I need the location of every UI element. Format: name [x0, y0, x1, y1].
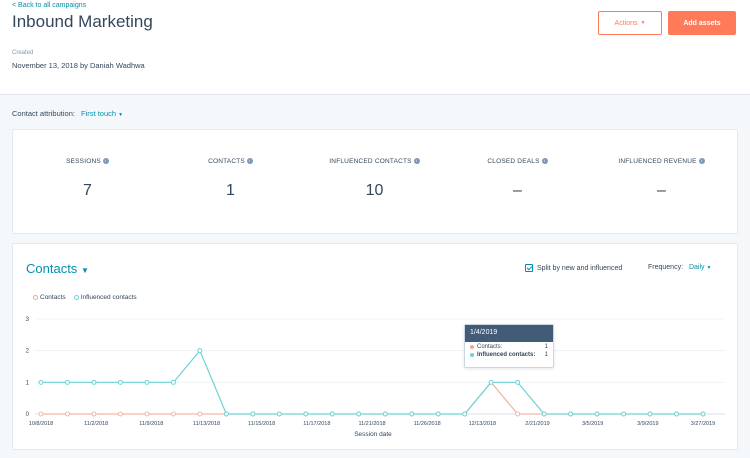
stat-value: 10: [365, 182, 384, 199]
info-icon[interactable]: i: [413, 158, 420, 165]
point-contacts: [170, 411, 176, 417]
tooltip-value: 1: [544, 344, 548, 350]
point-influenced: [621, 411, 627, 417]
point-influenced: [91, 379, 97, 385]
tooltip-date: 1/4/2019: [465, 325, 553, 342]
chart-tooltip: 1/4/2019 Contacts: 1 Influenced contacts…: [464, 324, 554, 368]
stats-card: SESSIONS i 7 CONTACTS i 1 INFLUENCED CONTA…: [12, 129, 738, 234]
point-contacts: [91, 411, 97, 417]
attribution-dropdown[interactable]: First touch ▼: [81, 109, 123, 118]
x-tick-label: 11/2/2018: [84, 421, 108, 427]
point-influenced: [329, 411, 335, 417]
created-value: November 13, 2018 by Daniah Wadhwa: [12, 61, 145, 70]
page-title: Inbound Marketing: [12, 12, 153, 31]
x-tick-label: 2/21/2019: [525, 421, 549, 427]
point-influenced: [250, 411, 256, 417]
x-tick-label: 3/5/2019: [582, 421, 603, 427]
stat-value: –: [513, 182, 522, 199]
y-tick-label: 0: [26, 412, 30, 418]
attribution-value: First touch: [81, 109, 117, 118]
stat-value: –: [657, 182, 666, 199]
x-tick-label: 11/13/2018: [193, 421, 220, 427]
point-influenced: [38, 379, 44, 385]
stat-value: 1: [226, 182, 235, 199]
stat-label: INFLUENCED CONTACTS: [329, 158, 412, 165]
tooltip-label: Contacts:: [477, 344, 503, 350]
point-influenced: [356, 411, 362, 417]
point-influenced: [541, 411, 547, 417]
point-influenced: [276, 411, 282, 417]
x-tick-label: 11/21/2018: [358, 421, 385, 427]
tooltip-row-influenced: Influenced contacts: 1: [465, 350, 553, 358]
point-influenced: [647, 411, 653, 417]
point-influenced: [170, 379, 176, 385]
stat-label: CONTACTS: [208, 158, 245, 165]
y-tick-label: 1: [26, 380, 30, 386]
actions-button[interactable]: Actions ▼: [598, 11, 662, 35]
info-icon[interactable]: i: [246, 158, 253, 165]
point-influenced: [409, 411, 415, 417]
contacts-chart-card: Contacts ▼ Split by new and influenced F…: [12, 243, 738, 450]
actions-label: Actions: [614, 19, 638, 27]
x-tick-label: 11/9/2018: [139, 421, 163, 427]
info-icon[interactable]: i: [541, 158, 548, 165]
x-tick-label: 11/26/2018: [414, 421, 441, 427]
x-tick-label: 12/13/2018: [469, 421, 497, 427]
caret-down-icon: ▼: [640, 20, 646, 26]
stat-label: SESSIONS: [66, 158, 101, 165]
stat-label: INFLUENCED REVENUE: [618, 158, 697, 165]
point-influenced: [117, 379, 123, 385]
tooltip-marker-icon: [470, 345, 474, 349]
x-tick-label: 11/15/2018: [248, 421, 275, 427]
line-chart: 0 1 2 3 10/8/2018 11/2/2018 11/9/2018 11/13/201…: [26, 317, 725, 438]
point-influenced: [462, 411, 468, 417]
series-line-contacts: [41, 381, 703, 415]
point-influenced: [223, 411, 229, 417]
back-to-campaigns-link[interactable]: < Back to all campaigns: [12, 2, 86, 9]
y-tick-label: 3: [26, 317, 30, 323]
y-tick-label: 2: [26, 349, 30, 355]
info-icon[interactable]: i: [102, 158, 109, 165]
x-axis-label: Session date: [354, 431, 392, 438]
point-influenced: [674, 411, 680, 417]
created-label: Created: [12, 50, 34, 56]
point-contacts: [65, 411, 70, 417]
point-influenced: [64, 379, 70, 385]
point-influenced: [382, 411, 388, 417]
point-influenced: [303, 411, 309, 417]
point-influenced: [700, 411, 706, 417]
point-contacts: [515, 411, 521, 417]
point-contacts: [144, 411, 150, 417]
page-header: < Back to all campaigns Inbound Marketin…: [0, 0, 750, 95]
point-contacts: [118, 411, 123, 417]
tooltip-row-contacts: Contacts: 1: [465, 342, 553, 350]
caret-down-icon: ▼: [118, 112, 124, 118]
x-tick-label: 10/8/2018: [29, 421, 53, 427]
point-influenced: [435, 411, 441, 417]
attribution-label: Contact attribution:: [12, 109, 75, 118]
stat-value: 7: [83, 182, 92, 199]
point-influenced: [568, 411, 574, 417]
point-influenced: [197, 348, 203, 354]
x-tick-label: 11/17/2018: [303, 421, 330, 427]
tooltip-value: 1: [544, 352, 548, 358]
point-contacts: [38, 411, 44, 417]
point-influenced: [515, 379, 521, 385]
point-influenced: [144, 379, 150, 385]
contact-attribution: Contact attribution: First touch ▼: [12, 109, 123, 118]
point-influenced: [488, 379, 494, 385]
tooltip-marker-icon: [470, 353, 474, 357]
x-tick-label: 3/9/2019: [637, 421, 658, 427]
tooltip-label: Influenced contacts:: [477, 352, 536, 358]
point-contacts: [197, 411, 203, 417]
add-assets-button[interactable]: Add assets: [668, 11, 736, 35]
info-icon[interactable]: i: [698, 158, 705, 165]
stat-label: CLOSED DEALS: [487, 158, 540, 165]
x-tick-label: 3/27/2019: [691, 421, 715, 427]
point-influenced: [594, 411, 600, 417]
